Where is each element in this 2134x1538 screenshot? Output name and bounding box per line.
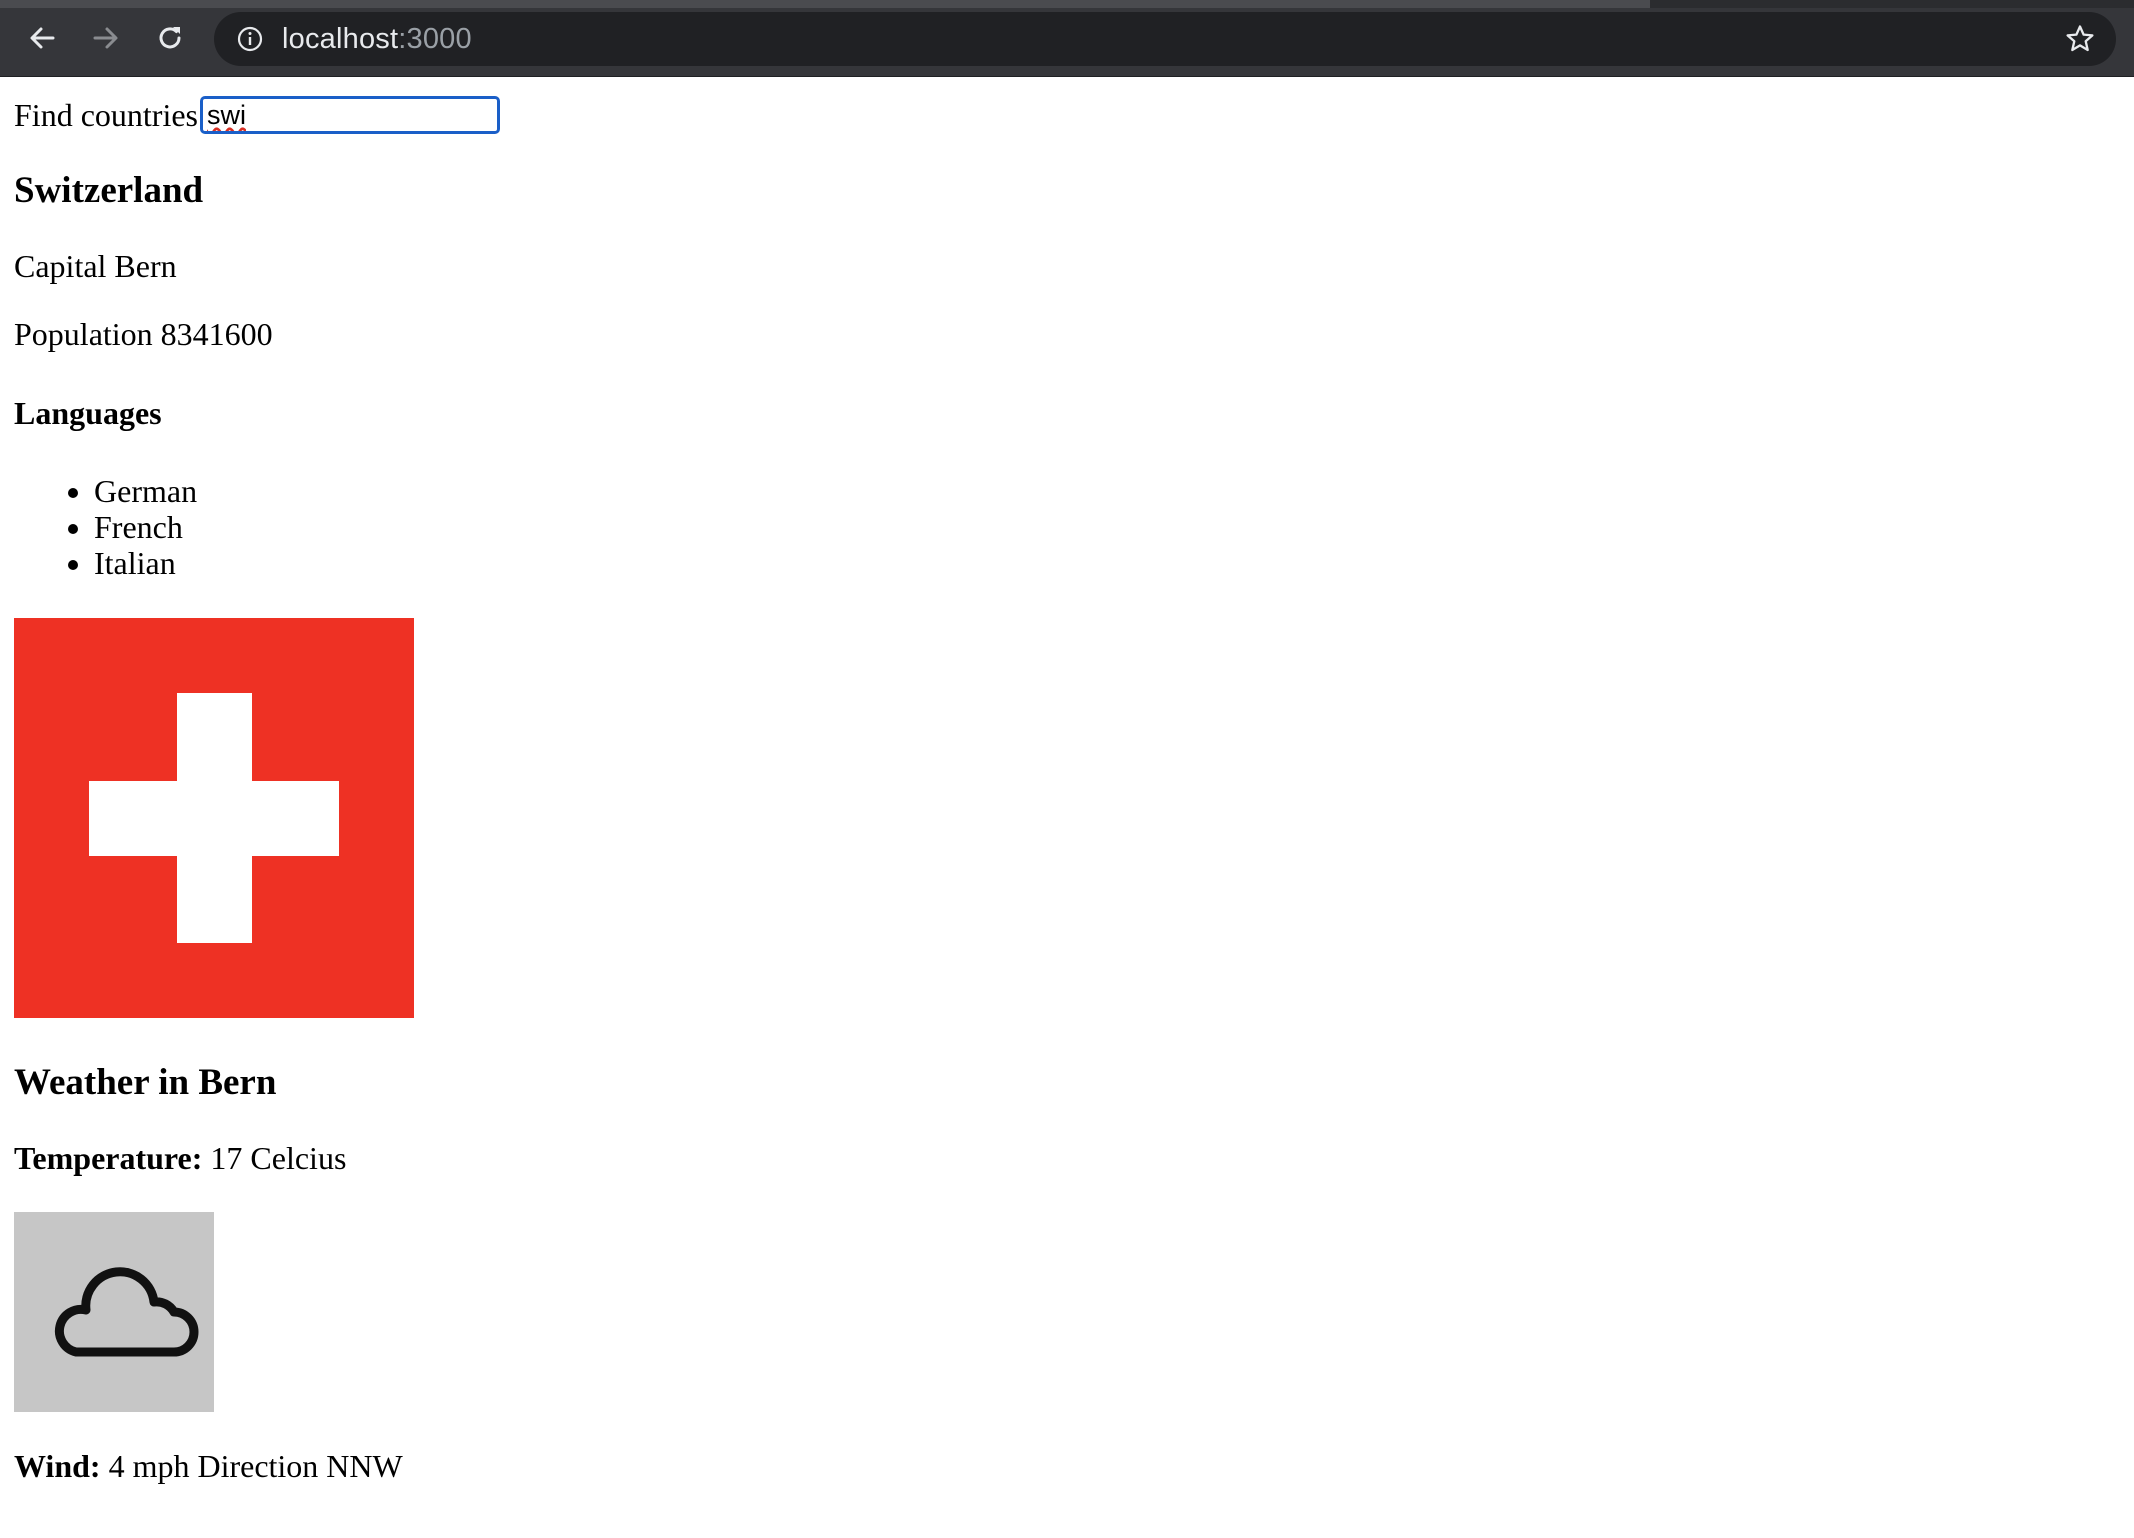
arrow-left-icon	[30, 27, 55, 49]
country-name: Switzerland	[14, 170, 204, 211]
cloud-icon	[54, 1267, 199, 1357]
search-label: Find countries	[14, 96, 198, 133]
arrow-right-icon	[93, 27, 118, 49]
weather-heading: Weather in Bern	[14, 1062, 277, 1103]
temperature-line: Temperature: 17 Celcius	[14, 1140, 346, 1177]
population-value: 8341600	[160, 316, 273, 352]
capital-label: Capital	[14, 248, 107, 284]
page-content: Find countries Switzerland Capital Bern …	[0, 77, 2134, 1538]
url-port: :3000	[398, 23, 472, 55]
back-button[interactable]	[20, 20, 64, 56]
browser-toolbar: localhost:3000	[0, 0, 2134, 77]
search-row: Find countries	[14, 93, 500, 137]
languages-heading: Languages	[14, 395, 162, 431]
capital-line: Capital Bern	[14, 248, 177, 285]
population-label: Population	[14, 316, 153, 352]
wind-label: Wind:	[14, 1448, 101, 1484]
temperature-label: Temperature:	[14, 1140, 203, 1176]
weather-icon-image	[14, 1212, 214, 1412]
url-host: localhost	[282, 23, 399, 55]
list-item: German	[94, 473, 197, 509]
address-bar[interactable]: localhost:3000	[214, 12, 2116, 66]
reload-button[interactable]	[148, 20, 192, 56]
languages-list: German French Italian	[14, 473, 197, 581]
search-input[interactable]	[199, 96, 500, 134]
bookmark-star-icon[interactable]	[2064, 23, 2096, 55]
country-flag	[14, 618, 414, 1018]
reload-icon	[159, 27, 181, 49]
tab-strip-edge	[0, 0, 1650, 8]
url-text[interactable]: localhost:3000	[282, 23, 472, 55]
info-icon[interactable]	[236, 25, 264, 53]
population-line: Population 8341600	[14, 316, 273, 353]
wind-value: 4 mph Direction NNW	[108, 1448, 403, 1484]
tab-strip-edge-right	[1650, 0, 2134, 8]
wind-line: Wind: 4 mph Direction NNW	[14, 1448, 403, 1485]
capital-value: Bern	[114, 248, 177, 284]
flag-cross-horizontal	[89, 781, 339, 856]
list-item: Italian	[94, 545, 197, 581]
list-item: French	[94, 509, 197, 545]
forward-button[interactable]	[84, 20, 128, 56]
temperature-value: 17 Celcius	[210, 1140, 347, 1176]
